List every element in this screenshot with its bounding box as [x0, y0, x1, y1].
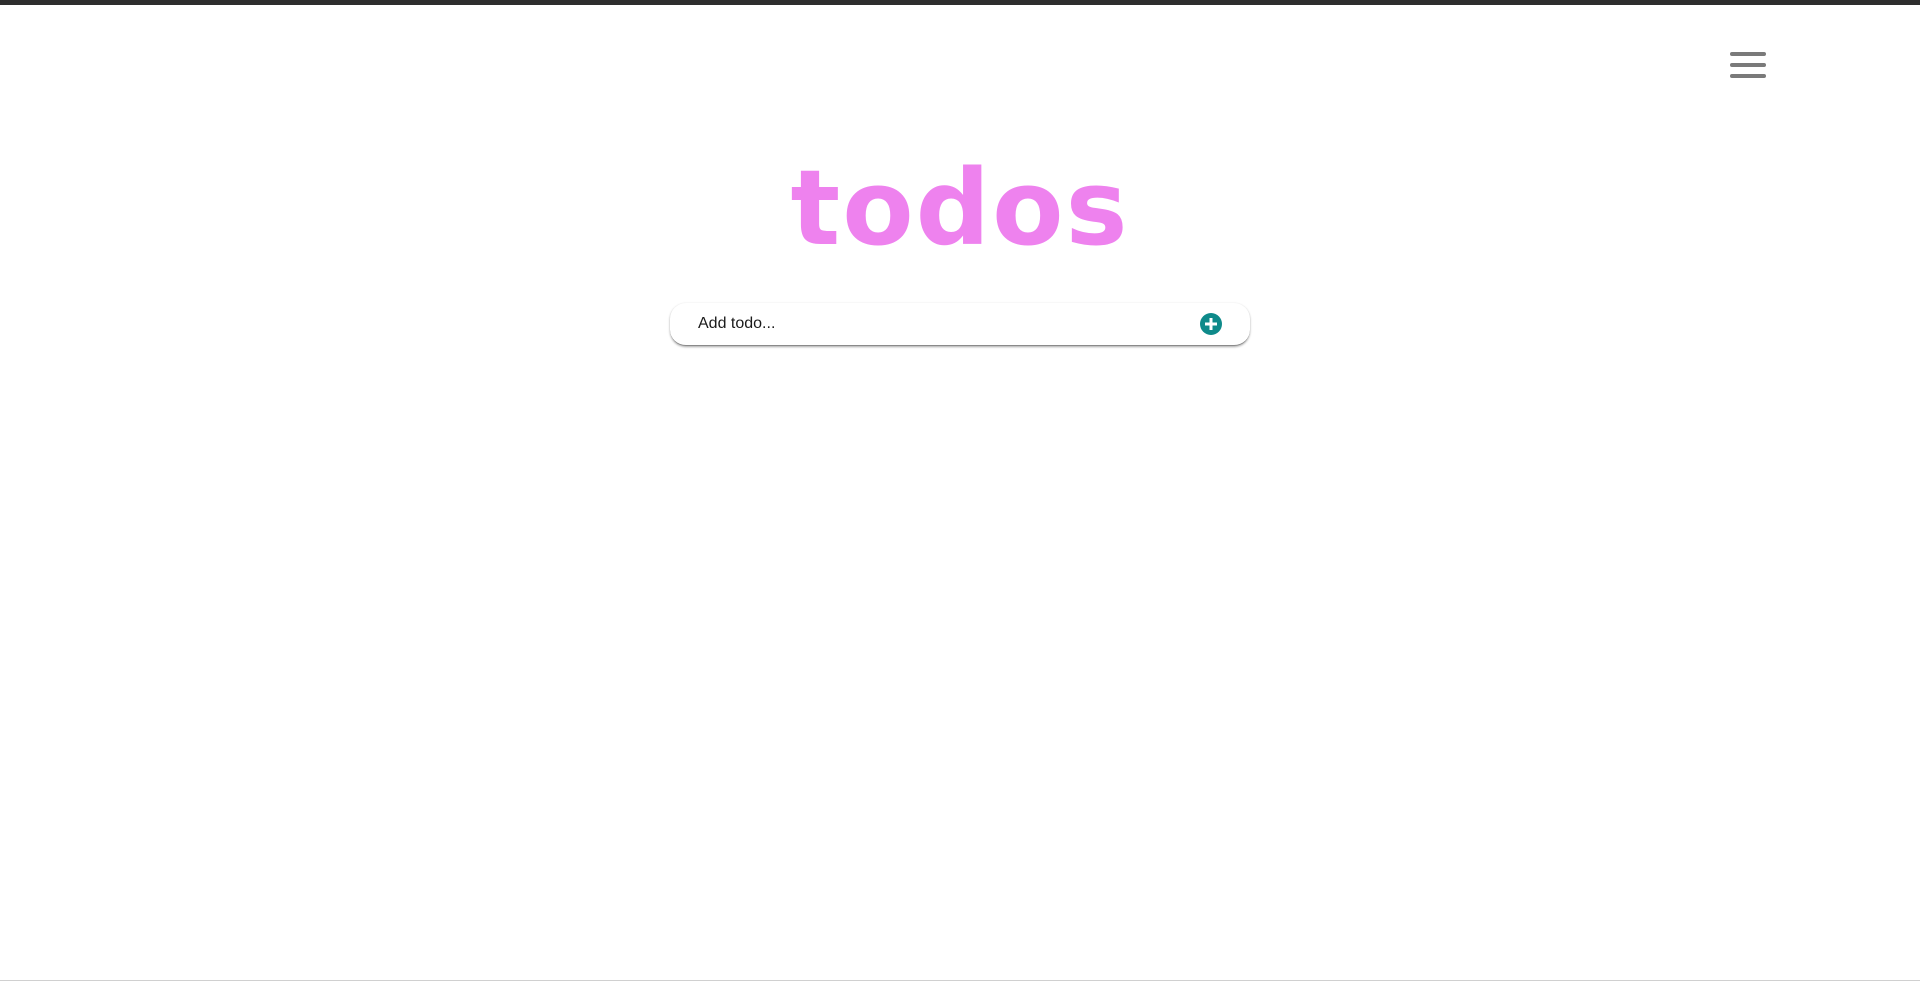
top-bar: [0, 0, 1920, 5]
add-todo-input[interactable]: [698, 309, 1178, 339]
menu-bar: [1730, 63, 1766, 67]
hamburger-menu-icon[interactable]: [1726, 48, 1770, 82]
page-bottom-border: [0, 980, 1920, 981]
page-title: todos: [790, 147, 1130, 269]
add-todo-form: [670, 303, 1250, 346]
plus-circle-icon: [1205, 318, 1217, 330]
add-todo-button[interactable]: [1200, 313, 1222, 335]
menu-bar: [1730, 74, 1766, 78]
menu-bar: [1730, 52, 1766, 56]
